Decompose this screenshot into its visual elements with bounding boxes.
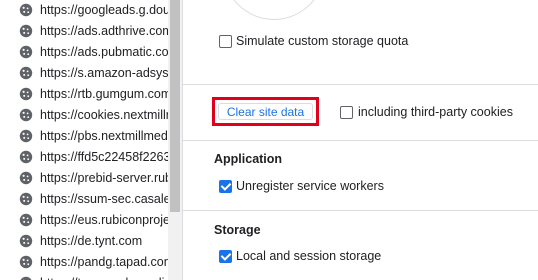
- origin-url: https://de.tynt.com: [40, 234, 143, 248]
- origin-url: https://pbs.nextmillmed: [40, 129, 168, 143]
- cookie-icon: [19, 171, 33, 185]
- clear-site-data-button[interactable]: Clear site data: [218, 103, 313, 120]
- origin-row[interactable]: https://pbs.nextmillmed: [0, 126, 168, 146]
- scrollbar-thumb[interactable]: [170, 0, 180, 212]
- local-session-storage-label[interactable]: Local and session storage: [236, 249, 381, 263]
- origin-row[interactable]: https://ads.pubmatic.com: [0, 42, 168, 62]
- origins-scrollbar[interactable]: [168, 0, 182, 280]
- storage-section-title: Storage: [214, 223, 261, 237]
- unregister-service-workers-label[interactable]: Unregister service workers: [236, 179, 384, 193]
- origin-row[interactable]: https://rtb.gumgum.com: [0, 84, 168, 104]
- origin-row[interactable]: https://ssum-sec.casaler: [0, 189, 168, 209]
- origin-row[interactable]: https://eus.rubiconproje: [0, 210, 168, 230]
- origin-url: https://ads.adthrive.com: [40, 24, 168, 38]
- origin-row[interactable]: https://ffd5c22458f2263: [0, 147, 168, 167]
- origin-url: https://ffd5c22458f2263: [40, 150, 168, 164]
- cookie-icon: [19, 192, 33, 206]
- origins-list: https://googleads.g.dou https://ads.adthr…: [0, 0, 168, 280]
- section-divider: [183, 210, 538, 211]
- clear-button-highlight: Clear site data: [212, 97, 319, 126]
- origin-url: https://prebid-server.rub: [40, 171, 168, 185]
- third-party-cookies-label[interactable]: including third-party cookies: [358, 105, 513, 119]
- simulate-quota-label[interactable]: Simulate custom storage quota: [236, 34, 408, 48]
- clear-storage-panel: Simulate custom storage quota Clear site…: [183, 0, 538, 280]
- origin-row[interactable]: https://de.tynt.com: [0, 231, 168, 251]
- origin-row[interactable]: https://ads.adthrive.com: [0, 21, 168, 41]
- section-divider: [183, 140, 538, 141]
- cookie-icon: [19, 108, 33, 122]
- cookie-icon: [19, 24, 33, 38]
- origin-row[interactable]: https://cookies.nextmillr: [0, 105, 168, 125]
- origin-url: https://tpc.googlesyndic: [40, 276, 168, 280]
- unregister-service-workers-checkbox[interactable]: [219, 180, 232, 193]
- cookie-icon: [19, 87, 33, 101]
- origin-row[interactable]: https://s.amazon-adsyst: [0, 63, 168, 83]
- cookie-icon: [19, 45, 33, 59]
- cookie-icon: [19, 129, 33, 143]
- origin-url: https://ads.pubmatic.com: [40, 45, 168, 59]
- cookie-icon: [19, 3, 33, 17]
- origin-url: https://s.amazon-adsyst: [40, 66, 168, 80]
- cookie-icon: [19, 66, 33, 80]
- origin-row[interactable]: https://tpc.googlesyndic: [0, 273, 168, 280]
- origin-url: https://eus.rubiconproje: [40, 213, 168, 227]
- simulate-quota-checkbox[interactable]: [219, 35, 232, 48]
- cookie-icon: [19, 276, 33, 280]
- origin-url: https://googleads.g.dou: [40, 3, 168, 17]
- origin-row[interactable]: https://prebid-server.rub: [0, 168, 168, 188]
- cookie-icon: [19, 234, 33, 248]
- local-session-storage-checkbox[interactable]: [219, 250, 232, 263]
- cookie-icon: [19, 255, 33, 269]
- cookie-icon: [19, 150, 33, 164]
- origin-url: https://rtb.gumgum.com: [40, 87, 168, 101]
- usage-pie-chart: [223, 0, 325, 20]
- cookie-icon: [19, 213, 33, 227]
- application-section-title: Application: [214, 152, 283, 166]
- origin-url: https://ssum-sec.casaler: [40, 192, 168, 206]
- origin-url: https://cookies.nextmillr: [40, 108, 168, 122]
- origin-url: https://pandg.tapad.con: [40, 255, 168, 269]
- origin-row[interactable]: https://googleads.g.dou: [0, 0, 168, 20]
- third-party-cookies-checkbox[interactable]: [340, 106, 353, 119]
- origin-row[interactable]: https://pandg.tapad.con: [0, 252, 168, 272]
- section-divider: [183, 84, 538, 85]
